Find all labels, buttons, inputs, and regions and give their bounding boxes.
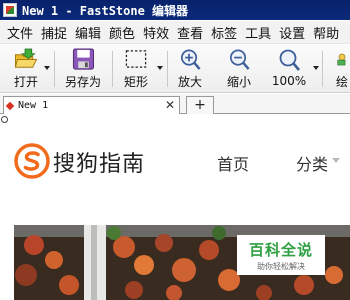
- save-as-button[interactable]: 另存为: [62, 48, 104, 90]
- magnifier-icon: [279, 49, 300, 71]
- zoom-in-icon: [180, 49, 201, 70]
- site-name: 搜狗指南: [53, 152, 146, 177]
- baike-subtitle: 助你轻松解决: [257, 262, 305, 271]
- toolbar-separator: [322, 51, 323, 87]
- menu-settings[interactable]: 设置: [279, 23, 305, 42]
- baike-badge[interactable]: 百科全说 助你轻松解决: [237, 235, 325, 275]
- menu-file[interactable]: 文件: [7, 23, 33, 42]
- menu-bar: 文件 捕捉 编辑 颜色 特效 查看 标签 工具 设置 帮助: [0, 21, 350, 44]
- zoom-out-button[interactable]: 缩小: [224, 48, 254, 90]
- new-tab-button[interactable]: +: [186, 96, 214, 114]
- canvas-handle[interactable]: [1, 116, 8, 123]
- zoom-in-button[interactable]: 放大: [175, 48, 205, 90]
- rect-select-button[interactable]: 矩形: [119, 48, 153, 90]
- chevron-down-icon: [332, 158, 340, 163]
- nav-home-link[interactable]: 首页: [217, 151, 249, 175]
- toolbar: 打开 另存为 矩形 放大 缩小 100% 绘: [0, 45, 350, 93]
- nav-category-link[interactable]: 分类: [296, 151, 328, 175]
- zoom-dropdown-arrow[interactable]: [313, 66, 319, 70]
- zoom-level-label: 100%: [271, 74, 307, 88]
- open-dropdown-arrow[interactable]: [44, 66, 50, 70]
- menu-edit[interactable]: 编辑: [75, 23, 101, 42]
- draw-button[interactable]: 绘: [334, 48, 350, 90]
- save-disk-icon: [72, 48, 95, 70]
- save-as-label: 另存为: [64, 75, 101, 89]
- menu-help[interactable]: 帮助: [313, 23, 339, 42]
- tab-close-icon[interactable]: ✕: [165, 98, 175, 112]
- zoom-out-label: 缩小: [226, 75, 251, 89]
- tab-new-1[interactable]: New 1 ✕: [3, 96, 180, 114]
- tab-name: New 1: [18, 100, 49, 111]
- toolbar-separator: [112, 51, 113, 87]
- toolbar-separator: [167, 51, 168, 87]
- zoom-in-label: 放大: [177, 75, 202, 89]
- app-icon[interactable]: [3, 3, 17, 17]
- window-title: New 1 - FastStone 编辑器: [22, 3, 189, 18]
- open-folder-icon: [14, 48, 38, 68]
- rect-label: 矩形: [123, 75, 148, 89]
- dashed-rectangle-icon: [125, 50, 147, 68]
- menu-tabs[interactable]: 标签: [211, 23, 237, 42]
- draw-tools-icon: [337, 53, 346, 66]
- draw-label: 绘: [335, 75, 348, 89]
- document-tab-strip: New 1 ✕ +: [0, 94, 350, 114]
- tab-modified-icon: [5, 101, 15, 110]
- toolbar-separator: [54, 51, 55, 87]
- image-canvas[interactable]: 搜狗指南 首页 分类 百科全说 助你轻松解决: [0, 115, 350, 300]
- rect-dropdown-arrow[interactable]: [157, 66, 163, 70]
- title-bar[interactable]: New 1 - FastStone 编辑器: [0, 0, 350, 20]
- menu-view[interactable]: 查看: [177, 23, 203, 42]
- open-label: 打开: [13, 75, 38, 89]
- baike-title: 百科全说: [248, 241, 313, 259]
- menu-colors[interactable]: 颜色: [109, 23, 135, 42]
- sogou-logo-icon: [14, 143, 50, 179]
- menu-tools[interactable]: 工具: [245, 23, 271, 42]
- zoom-out-icon: [229, 49, 250, 70]
- menu-capture[interactable]: 捕捉: [41, 23, 67, 42]
- open-button[interactable]: 打开: [9, 48, 43, 90]
- menu-effects[interactable]: 特效: [143, 23, 169, 42]
- zoom-level-button[interactable]: 100%: [270, 48, 308, 90]
